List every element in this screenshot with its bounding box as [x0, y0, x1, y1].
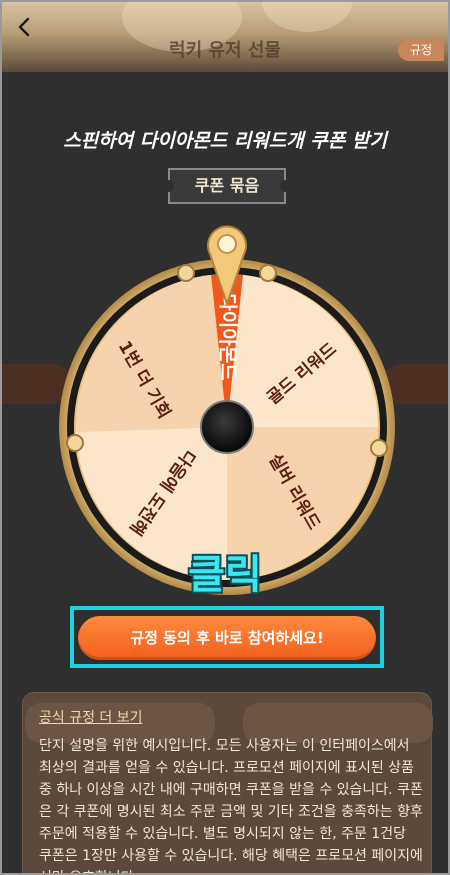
app-frame: 럭키 유저 선물 규정 스핀하여 다이아몬드 리워드개 쿠폰 받기 쿠폰 묶음	[0, 0, 450, 875]
wheel-hub[interactable]	[200, 400, 254, 454]
prize-wheel[interactable]: 다이아몬드 골드 리워드 실버 리워드 다음에 도전해 1번 더 기회	[2, 2, 450, 602]
wheel-stud	[66, 434, 84, 452]
wheel-stud	[177, 264, 195, 282]
official-rules-link[interactable]: 공식 규정 더 보기	[39, 707, 143, 727]
join-now-button[interactable]: 규정 동의 후 바로 참여하세요!	[78, 616, 376, 660]
rules-panel: 공식 규정 더 보기 단지 설명을 위한 예시입니다. 모든 사용자는 이 인터…	[22, 692, 433, 873]
wheel-segment-gold	[227, 275, 379, 427]
wheel-label-diamond: 다이아몬드	[217, 293, 239, 380]
click-annotation: 클릭	[188, 552, 262, 598]
wheel-stud	[370, 439, 388, 457]
wheel-stud	[259, 264, 277, 282]
rules-description: 단지 설명을 위한 예시입니다. 모든 사용자는 이 인터페이스에서 최상의 결…	[39, 738, 423, 873]
